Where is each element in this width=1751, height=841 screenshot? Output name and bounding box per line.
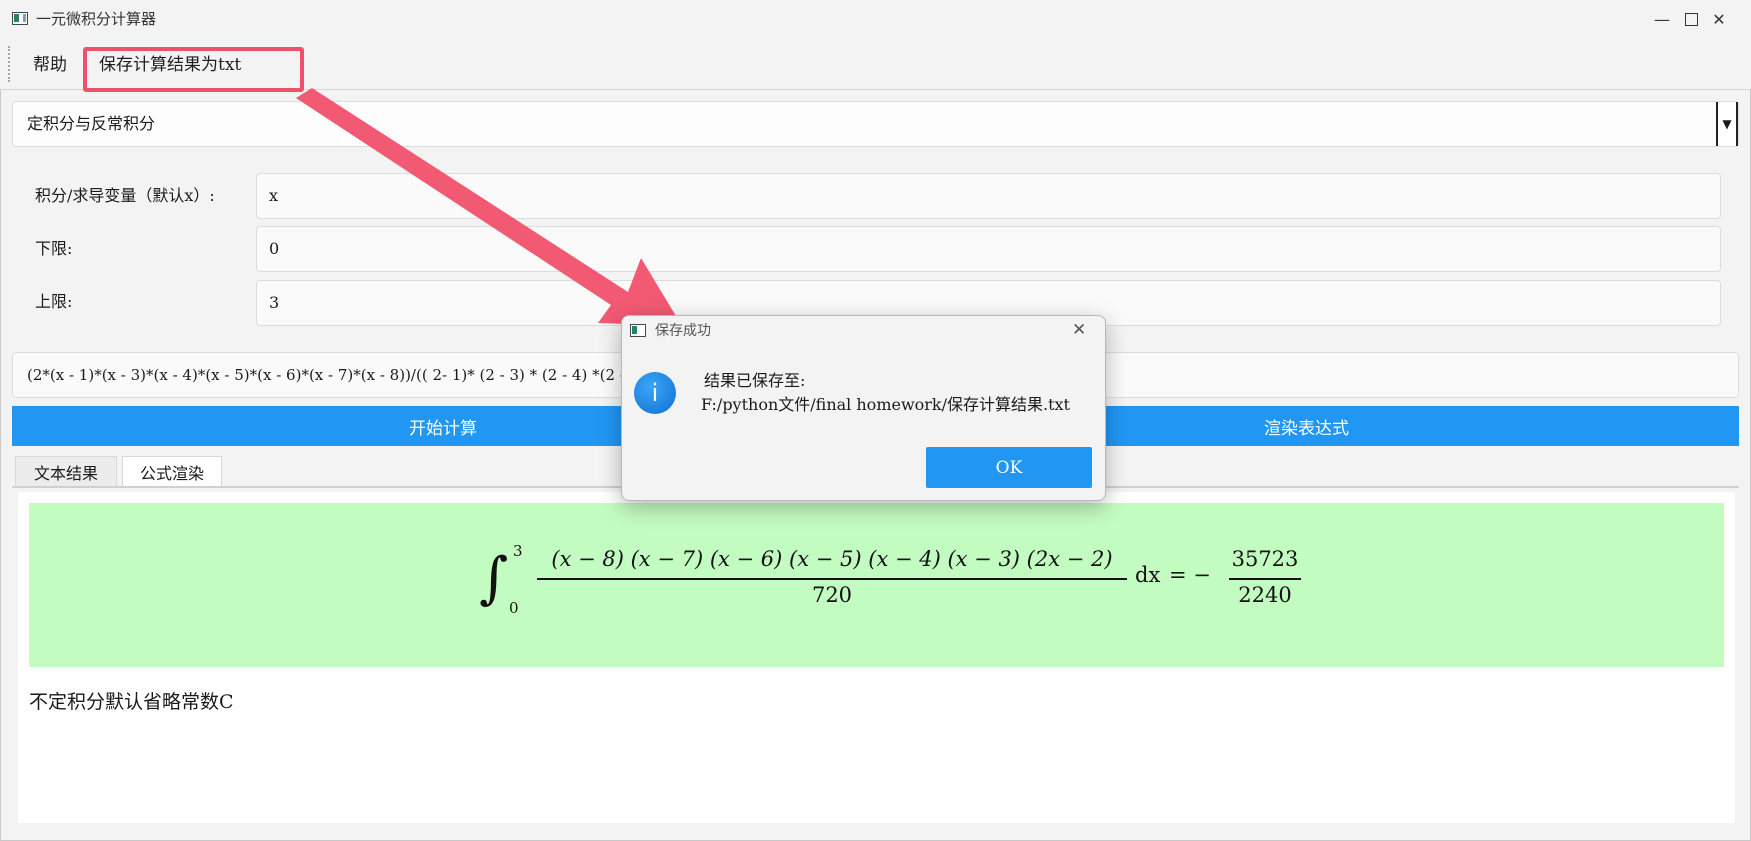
dialog-ok-button[interactable]: OK [926, 447, 1092, 488]
dialog-app-icon [630, 324, 646, 337]
close-icon: ✕ [1072, 320, 1087, 340]
dialog-message-line1: 结果已保存至: [704, 371, 806, 390]
dialog-close-button[interactable]: ✕ [1072, 320, 1086, 340]
info-icon: i [634, 372, 676, 414]
dialog-message-path: F:/python文件/final homework/保存计算结果.txt [701, 395, 1070, 414]
dialog-title: 保存成功 [655, 323, 711, 339]
